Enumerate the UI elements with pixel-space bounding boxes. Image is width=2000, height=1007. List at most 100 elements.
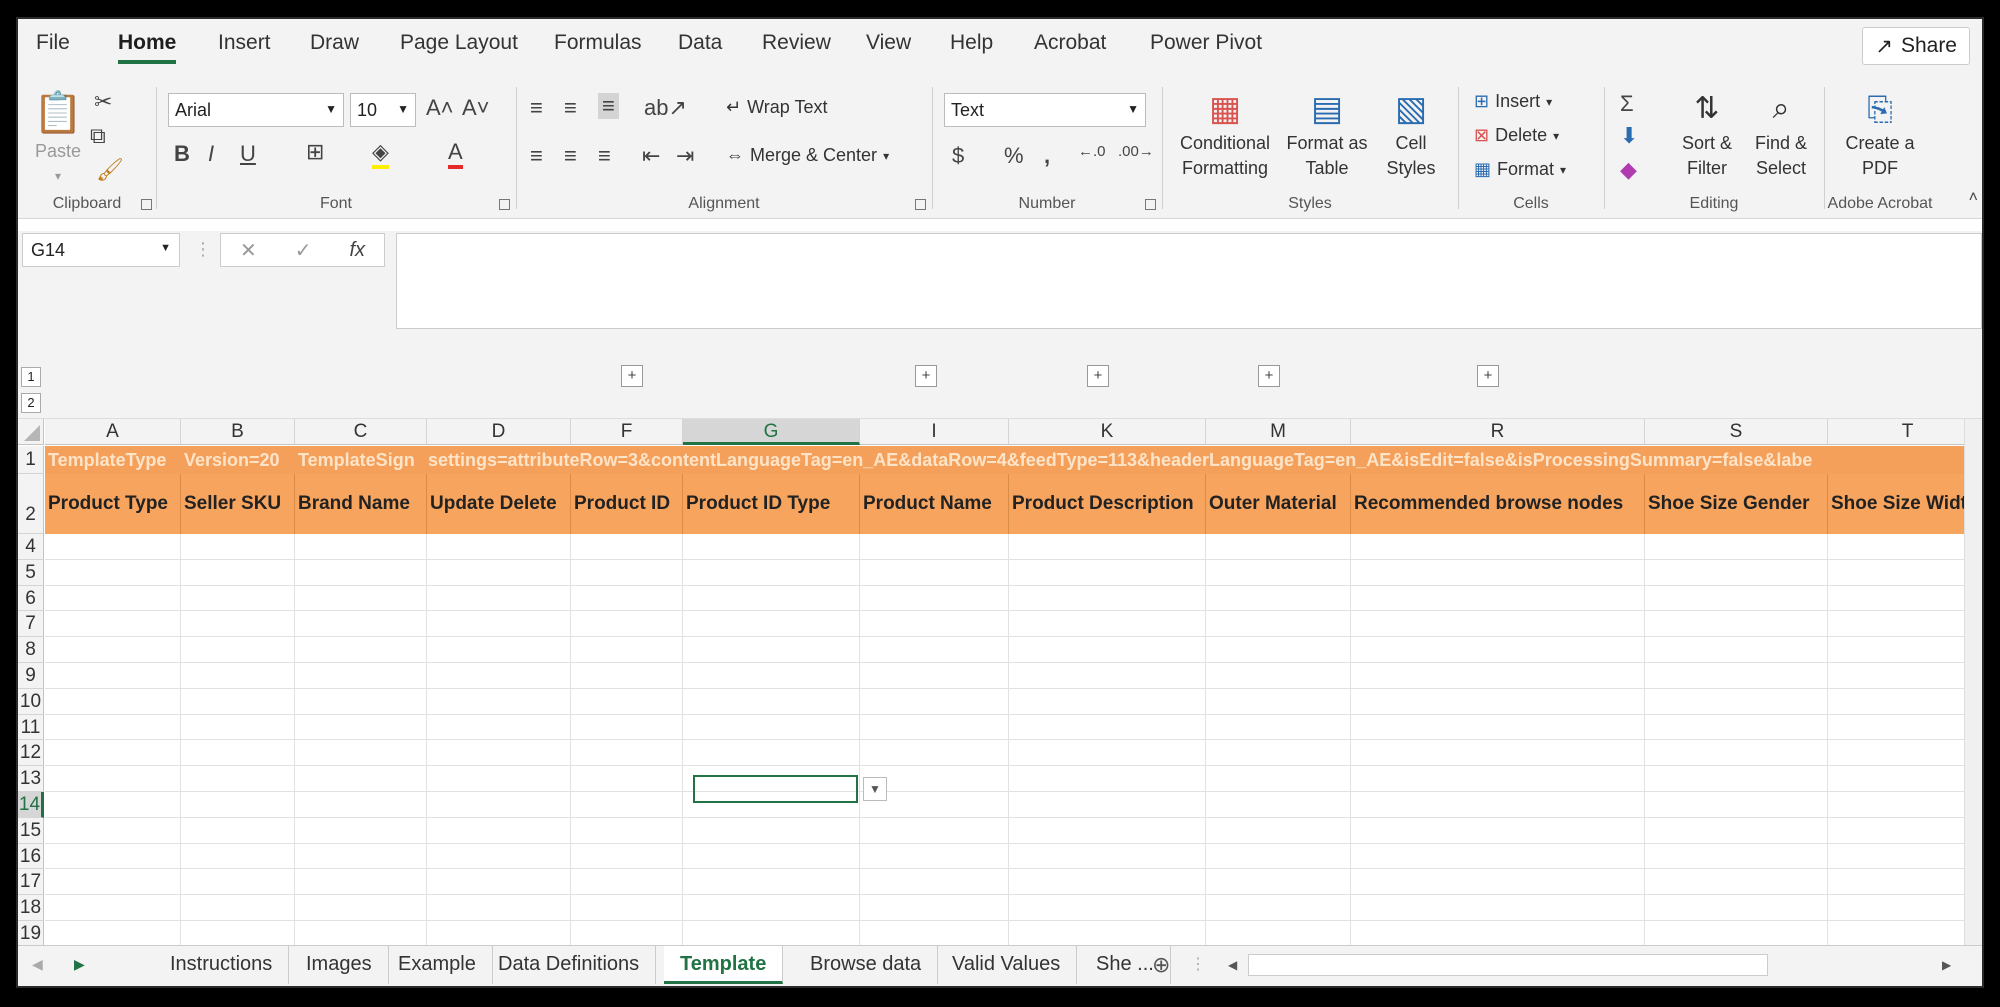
column-header-D[interactable]: D bbox=[427, 419, 571, 445]
sheet-tab-browse-data[interactable]: Browse data bbox=[794, 946, 939, 984]
increase-indent-icon[interactable]: ⇥ bbox=[676, 143, 694, 169]
orientation-icon[interactable]: ab↗ bbox=[644, 95, 687, 121]
row-header-4[interactable]: 4 bbox=[18, 534, 44, 560]
sort-filter-button[interactable]: ⇅ Sort & Filter bbox=[1672, 87, 1742, 181]
format-as-table-button[interactable]: ▤ Format as Table bbox=[1284, 87, 1370, 181]
column-header-F[interactable]: F bbox=[571, 419, 683, 445]
scroll-right-icon[interactable]: ▶ bbox=[74, 956, 85, 973]
tab-formulas[interactable]: Formulas bbox=[554, 31, 642, 55]
header-cell-D2[interactable]: Update Delete bbox=[427, 474, 571, 534]
percent-icon[interactable]: % bbox=[1004, 143, 1024, 169]
header-cell-K2[interactable]: Product Description bbox=[1009, 474, 1206, 534]
select-all-button[interactable] bbox=[18, 419, 44, 445]
insert-cells-button[interactable]: ⊞ Insert ▾ bbox=[1474, 91, 1552, 112]
align-bottom-icon[interactable]: ≡ bbox=[598, 93, 619, 119]
tab-data[interactable]: Data bbox=[678, 31, 722, 55]
row-header-12[interactable]: 12 bbox=[18, 740, 44, 767]
tab-acrobat[interactable]: Acrobat bbox=[1034, 31, 1106, 55]
sheet-tab-valid-values[interactable]: Valid Values bbox=[936, 946, 1078, 984]
align-center-icon[interactable]: ≡ bbox=[564, 143, 577, 169]
header-cell-M2[interactable]: Outer Material bbox=[1206, 474, 1351, 534]
row-header-7[interactable]: 7 bbox=[18, 611, 44, 638]
copy-icon[interactable]: ⧉ bbox=[90, 123, 106, 149]
header-cell-G2[interactable]: Product ID Type bbox=[683, 474, 860, 534]
column-header-S[interactable]: S bbox=[1645, 419, 1828, 445]
header-cell-I2[interactable]: Product Name bbox=[860, 474, 1009, 534]
decrease-decimal-icon[interactable]: .00→ bbox=[1118, 143, 1154, 160]
cell-C1[interactable]: TemplateSign bbox=[298, 446, 428, 474]
formula-input[interactable] bbox=[396, 233, 1982, 329]
expand-group-icon[interactable]: + bbox=[1258, 365, 1280, 387]
column-header-K[interactable]: K bbox=[1009, 419, 1206, 445]
underline-button[interactable]: U bbox=[240, 141, 256, 167]
tab-home[interactable]: Home bbox=[118, 31, 177, 64]
merge-center-button[interactable]: ⇔ Merge & Center ▾ bbox=[726, 145, 889, 166]
tab-view[interactable]: View bbox=[866, 31, 911, 55]
format-cells-button[interactable]: ▦ Format ▾ bbox=[1474, 159, 1566, 180]
decrease-indent-icon[interactable]: ⇤ bbox=[642, 143, 660, 169]
horizontal-scrollbar[interactable] bbox=[1248, 954, 1768, 976]
outline-level-1[interactable]: 1 bbox=[21, 367, 41, 387]
decrease-font-icon[interactable]: A˅ bbox=[462, 95, 490, 121]
tab-file[interactable]: File bbox=[36, 31, 70, 55]
conditional-formatting-button[interactable]: ▦ Conditional Formatting bbox=[1170, 87, 1280, 181]
font-launcher-icon[interactable] bbox=[499, 199, 510, 210]
cut-icon[interactable]: ✂ bbox=[94, 89, 112, 115]
row-header-16[interactable]: 16 bbox=[18, 843, 44, 870]
column-header-B[interactable]: B bbox=[181, 419, 295, 445]
sheet-tab-instructions[interactable]: Instructions bbox=[154, 946, 290, 984]
tab-draw[interactable]: Draw bbox=[310, 31, 359, 55]
active-cell-G14[interactable] bbox=[693, 775, 858, 803]
row-header-15[interactable]: 15 bbox=[18, 817, 44, 844]
row-header-11[interactable]: 11 bbox=[18, 714, 44, 741]
scroll-right-icon[interactable]: ▶ bbox=[1942, 958, 1951, 972]
font-size-select[interactable]: 10 ▼ bbox=[350, 93, 416, 127]
column-header-G[interactable]: G bbox=[683, 419, 860, 445]
chevron-down-icon[interactable]: ▼ bbox=[863, 777, 887, 801]
delete-cells-button[interactable]: ⊠ Delete ▾ bbox=[1474, 125, 1559, 146]
tab-power-pivot[interactable]: Power Pivot bbox=[1150, 31, 1262, 55]
header-cell-A2[interactable]: Product Type bbox=[45, 474, 181, 534]
tab-page-layout[interactable]: Page Layout bbox=[400, 31, 518, 55]
cell-B1[interactable]: Version=20 bbox=[184, 446, 298, 474]
outline-level-2[interactable]: 2 bbox=[21, 393, 41, 413]
align-left-icon[interactable]: ≡ bbox=[530, 143, 543, 169]
tab-review[interactable]: Review bbox=[762, 31, 831, 55]
wrap-text-button[interactable]: ↵ Wrap Text bbox=[726, 97, 827, 118]
header-cell-T2[interactable]: Shoe Size Widt bbox=[1828, 474, 1982, 534]
currency-icon[interactable]: $ bbox=[952, 143, 964, 169]
sheet-tab-example[interactable]: Example bbox=[382, 946, 493, 984]
bold-button[interactable]: B bbox=[174, 141, 190, 167]
row-header-8[interactable]: 8 bbox=[18, 637, 44, 663]
align-top-icon[interactable]: ≡ bbox=[530, 95, 543, 121]
header-cell-R2[interactable]: Recommended browse nodes bbox=[1351, 474, 1645, 534]
close-icon[interactable]: ✕ bbox=[240, 238, 257, 263]
cell-styles-button[interactable]: ▧ Cell Styles bbox=[1374, 87, 1448, 181]
row-header-10[interactable]: 10 bbox=[18, 688, 44, 715]
row-header-9[interactable]: 9 bbox=[18, 663, 44, 689]
column-header-A[interactable]: A bbox=[45, 419, 181, 445]
find-select-button[interactable]: ⌕ Find & Select bbox=[1744, 87, 1818, 181]
cell-D1[interactable]: settings=attributeRow=3&contentLanguageT… bbox=[428, 446, 1982, 474]
clear-icon[interactable]: ◆ bbox=[1620, 157, 1637, 183]
header-cell-F2[interactable]: Product ID bbox=[571, 474, 683, 534]
expand-group-icon[interactable]: + bbox=[621, 365, 643, 387]
format-painter-icon[interactable]: 🖌 bbox=[96, 157, 124, 183]
column-header-T[interactable]: T bbox=[1828, 419, 1982, 445]
scroll-left-icon[interactable]: ◀ bbox=[32, 956, 43, 973]
sheet-tab-data-definitions[interactable]: Data Definitions bbox=[482, 946, 657, 984]
header-cell-B2[interactable]: Seller SKU bbox=[181, 474, 295, 534]
insert-function-button[interactable]: fx bbox=[349, 239, 365, 262]
comma-style-icon[interactable]: , bbox=[1044, 143, 1050, 169]
increase-decimal-icon[interactable]: ←.0 bbox=[1078, 143, 1106, 160]
italic-button[interactable]: I bbox=[208, 141, 214, 167]
collapse-ribbon-icon[interactable]: ˄ bbox=[1969, 189, 1978, 207]
row-header-17[interactable]: 17 bbox=[18, 869, 44, 896]
borders-icon[interactable]: ⊞ bbox=[306, 139, 324, 165]
row-header-19[interactable]: 19 bbox=[18, 921, 44, 947]
expand-group-icon[interactable]: + bbox=[915, 365, 937, 387]
autosum-icon[interactable]: Σ bbox=[1620, 91, 1634, 117]
scroll-left-icon[interactable]: ◀ bbox=[1228, 958, 1237, 972]
font-color-icon[interactable]: A bbox=[448, 139, 463, 169]
column-header-I[interactable]: I bbox=[860, 419, 1009, 445]
